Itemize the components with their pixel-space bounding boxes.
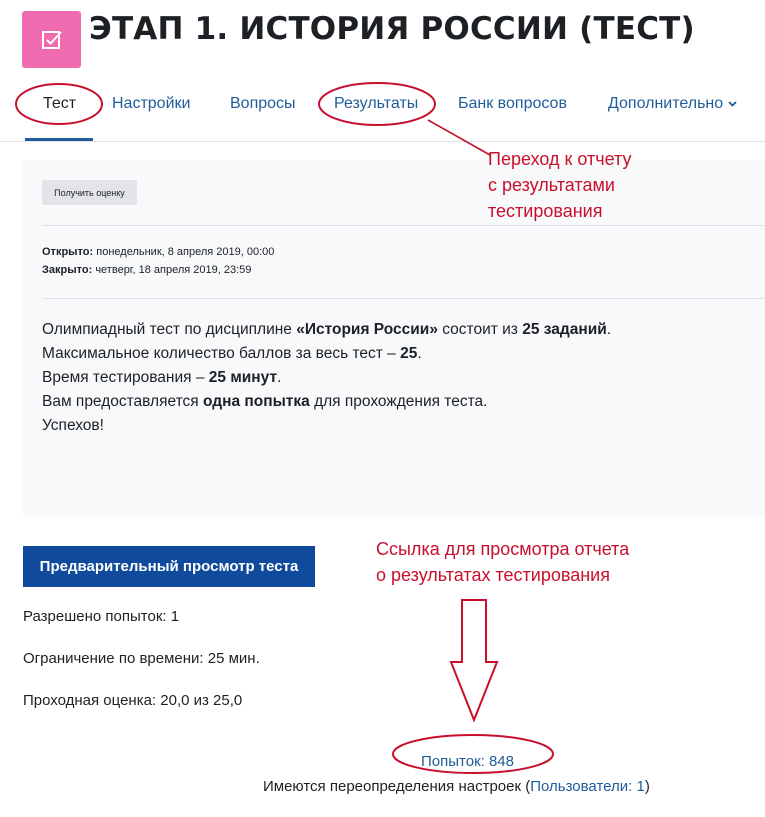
quiz-icon [22, 11, 81, 68]
opened-value: понедельник, 8 апреля 2019, 00:00 [96, 246, 275, 258]
tab-more-label: Дополнительно [608, 95, 724, 112]
overrides-notice: Имеются переопределения настроек (Пользо… [263, 778, 650, 795]
tab-questions[interactable]: Вопросы [230, 95, 296, 113]
page-title: ЭТАП 1. ИСТОРИЯ РОССИИ (ТЕСТ) [89, 11, 695, 47]
closed-label: Закрыто: [42, 264, 93, 276]
annotation-attempts-note: Ссылка для просмотра отчета о результата… [376, 539, 630, 585]
tab-test[interactable]: Тест [43, 95, 76, 113]
divider [42, 298, 765, 299]
time-limit: Ограничение по времени: 25 мин. [23, 650, 260, 667]
description-line: Максимальное количество баллов за весь т… [42, 345, 422, 362]
closed-date: Закрыто: четверг, 18 апреля 2019, 23:59 [42, 264, 251, 276]
overrides-users-link[interactable]: Пользователи: 1 [530, 778, 645, 795]
tab-more[interactable]: Дополнительно [608, 95, 737, 113]
description-line: Олимпиадный тест по дисциплине «История … [42, 321, 612, 338]
opened-date: Открыто: понедельник, 8 апреля 2019, 00:… [42, 246, 274, 258]
opened-label: Открыто: [42, 246, 94, 258]
annotation-results-note: Переход к отчету с результатами тестиров… [488, 149, 632, 221]
divider [42, 225, 765, 226]
tab-settings[interactable]: Настройки [112, 95, 190, 113]
pass-grade: Проходная оценка: 20,0 из 25,0 [23, 692, 243, 709]
closed-value: четверг, 18 апреля 2019, 23:59 [95, 264, 252, 276]
preview-quiz-button[interactable]: Предварительный просмотр теста [23, 546, 315, 587]
tab-question-bank[interactable]: Банк вопросов [458, 95, 567, 113]
pointer-line [427, 119, 491, 156]
quiz-description: Олимпиадный тест по дисциплине «История … [42, 318, 611, 438]
description-line: Время тестирования – 25 минут. [42, 369, 282, 386]
tabs-divider [0, 141, 765, 142]
get-grade-button[interactable]: Получить оценку [42, 180, 137, 205]
down-arrow-icon [449, 599, 499, 723]
description-line: Успехов! [42, 417, 104, 434]
checkbox-edit-icon [41, 30, 62, 49]
description-line: Вам предоставляется одна попытка для про… [42, 393, 488, 410]
tab-results[interactable]: Результаты [334, 95, 418, 113]
chevron-down-icon [728, 101, 737, 107]
attempts-link[interactable]: Попыток: 848 [421, 753, 514, 770]
attempts-allowed: Разрешено попыток: 1 [23, 608, 180, 625]
